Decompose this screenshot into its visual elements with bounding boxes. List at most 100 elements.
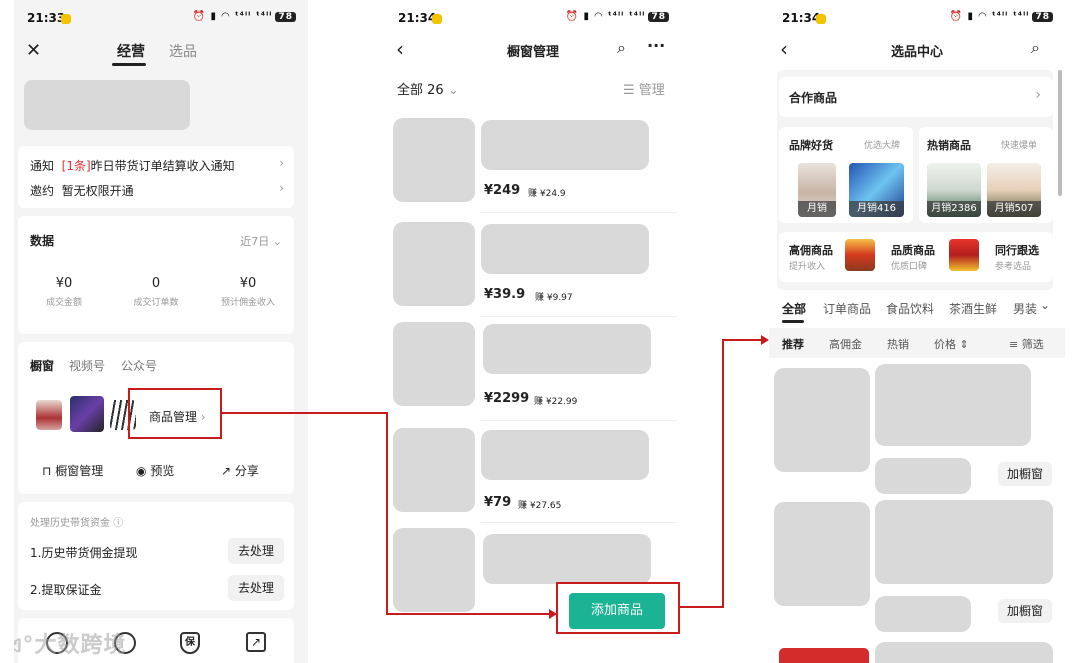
product-image[interactable]	[393, 428, 475, 512]
sort-recommend[interactable]: 推荐	[782, 336, 804, 352]
chevron-down-icon[interactable]: ⌄	[1040, 298, 1050, 312]
product-price	[875, 458, 971, 494]
filter-icon: ≡	[1009, 338, 1019, 351]
sales-tag: 月销507	[987, 201, 1041, 217]
notification-dot-icon	[432, 14, 442, 24]
tab-selection[interactable]: 选品	[169, 41, 197, 61]
mini-sub: 提升收入	[789, 262, 826, 272]
filter-button[interactable]: ≡ 筛选	[1009, 336, 1044, 352]
product-title	[875, 364, 1031, 446]
share-icon: ↗	[221, 464, 232, 478]
divider	[481, 212, 677, 213]
shield-icon[interactable]: 保	[180, 632, 200, 654]
chart-icon[interactable]: ↗	[246, 632, 266, 652]
product-title	[875, 500, 1053, 584]
filter-select[interactable]: 全部 26 ⌄	[397, 79, 459, 98]
process-button[interactable]: 去处理	[228, 575, 284, 601]
notice-label: 通知	[30, 159, 55, 173]
data-title: 数据	[30, 234, 55, 248]
chevron-down-icon: ⌄	[447, 83, 459, 98]
status-icons: ⏰ ▮ ◠ ᵗ⁴ˡˡ ᵗ⁴ˡˡ 78	[950, 11, 1053, 22]
sort-bar: 推荐 高佣金 热销 价格 ⇕ ≡ 筛选	[769, 328, 1065, 358]
range-select[interactable]: 近7日 ⌄	[240, 233, 282, 249]
tab-channels[interactable]: 视频号	[69, 357, 105, 374]
invite-row[interactable]: 邀约 暂无权限开通	[30, 182, 134, 199]
product-earn: 赚 ¥22.99	[534, 397, 578, 407]
product-title	[481, 430, 649, 480]
metric-label: 预计佣金收入	[220, 298, 275, 308]
add-showcase-button[interactable]: 加橱窗	[998, 599, 1052, 623]
category-tab-all[interactable]: 全部	[782, 300, 806, 317]
category-tab[interactable]: 男装	[1013, 300, 1039, 317]
product-title	[481, 120, 649, 170]
mini-sub: 优质口碑	[891, 262, 928, 272]
page-title: 选品中心	[890, 45, 943, 60]
hot-goods-card[interactable]: 热销商品 快速爆单 月销2386 月销507	[919, 127, 1053, 223]
page-title: 橱窗管理	[506, 45, 559, 60]
tab-indicator	[112, 63, 146, 66]
mini-categories: 高佣商品 提升收入 品质商品 优质口碑 同行跟选 参考选品	[779, 232, 1053, 282]
battery-icon: 78	[648, 12, 669, 22]
brand-goods-card[interactable]: 品牌好货 优选大牌 月销490 月销416	[779, 127, 913, 223]
sort-arrows-icon: ⇕	[959, 338, 969, 351]
search-icon[interactable]: ⌕	[1031, 38, 1040, 58]
product-image[interactable]	[774, 368, 870, 472]
category-tab[interactable]: 订单商品	[823, 300, 871, 317]
product-thumb: 月销416	[849, 163, 904, 217]
preview-button[interactable]: ◉ 预览	[136, 462, 174, 479]
category-tab[interactable]: 食品饮料	[886, 300, 934, 317]
product-thumb	[36, 400, 62, 430]
chevron-right-icon: ›	[279, 156, 284, 170]
metric-sales: ¥0 成交金额	[18, 276, 110, 308]
close-icon[interactable]: ✕	[26, 40, 41, 61]
sort-hot[interactable]: 热销	[887, 336, 909, 352]
process-button[interactable]: 去处理	[228, 538, 284, 564]
tab-official[interactable]: 公众号	[121, 357, 157, 374]
info-icon[interactable]: ⓘ	[113, 518, 123, 529]
showcase-manage-button[interactable]: ⊓ 橱窗管理	[42, 462, 103, 479]
product-image[interactable]	[393, 222, 475, 306]
product-image[interactable]	[393, 528, 475, 612]
sales-tag: 月销2386	[927, 201, 981, 217]
coop-products-row[interactable]: 合作商品 ›	[779, 77, 1053, 117]
share-button[interactable]: ↗ 分享	[221, 462, 259, 479]
coop-label: 合作商品	[789, 91, 838, 105]
invite-label: 邀约	[30, 184, 55, 198]
product-title	[481, 224, 649, 274]
mini-title[interactable]: 品质商品	[891, 242, 935, 258]
more-icon[interactable]: ···	[647, 36, 665, 55]
shield-label: 保	[185, 637, 195, 648]
add-showcase-button[interactable]: 加橱窗	[998, 462, 1052, 486]
connector-line	[386, 412, 388, 615]
arrow-right-icon	[761, 335, 769, 345]
sort-commission[interactable]: 高佣金	[829, 336, 862, 352]
product-price: ¥2299	[484, 391, 530, 406]
product-thumb	[845, 239, 875, 271]
mini-title[interactable]: 同行跟选	[995, 242, 1039, 258]
metric-label: 成交订单数	[133, 298, 179, 308]
metric-commission: ¥0 预计佣金收入	[202, 276, 294, 308]
scrollbar[interactable]	[1058, 70, 1062, 196]
product-title	[483, 534, 651, 584]
manage-button[interactable]: ☰ 管理	[623, 79, 665, 98]
tab-business[interactable]: 经营	[117, 41, 145, 61]
eye-icon: ◉	[136, 464, 147, 478]
search-icon[interactable]: ⌕	[617, 38, 626, 58]
notification-dot-icon	[816, 14, 826, 24]
product-thumb: 月销490	[798, 163, 836, 217]
product-image[interactable]	[779, 648, 869, 663]
sort-price[interactable]: 价格 ⇕	[934, 336, 969, 352]
tab-showcase[interactable]: 橱窗	[30, 357, 54, 374]
category-tab[interactable]: 茶酒生鲜	[949, 300, 997, 317]
product-image[interactable]	[393, 118, 475, 202]
product-image[interactable]	[774, 502, 870, 606]
battery-icon: 78	[1032, 12, 1053, 22]
product-image[interactable]	[393, 322, 475, 406]
product-price	[875, 596, 971, 632]
notice-row[interactable]: 通知 [1条]昨日带货订单结算收入通知	[30, 157, 235, 174]
product-title	[483, 324, 651, 374]
connector-line	[680, 606, 724, 608]
mini-title[interactable]: 高佣商品	[789, 242, 833, 258]
product-earn: 赚 ¥9.97	[535, 293, 573, 303]
history-title-text: 处理历史带货资金	[30, 518, 110, 529]
